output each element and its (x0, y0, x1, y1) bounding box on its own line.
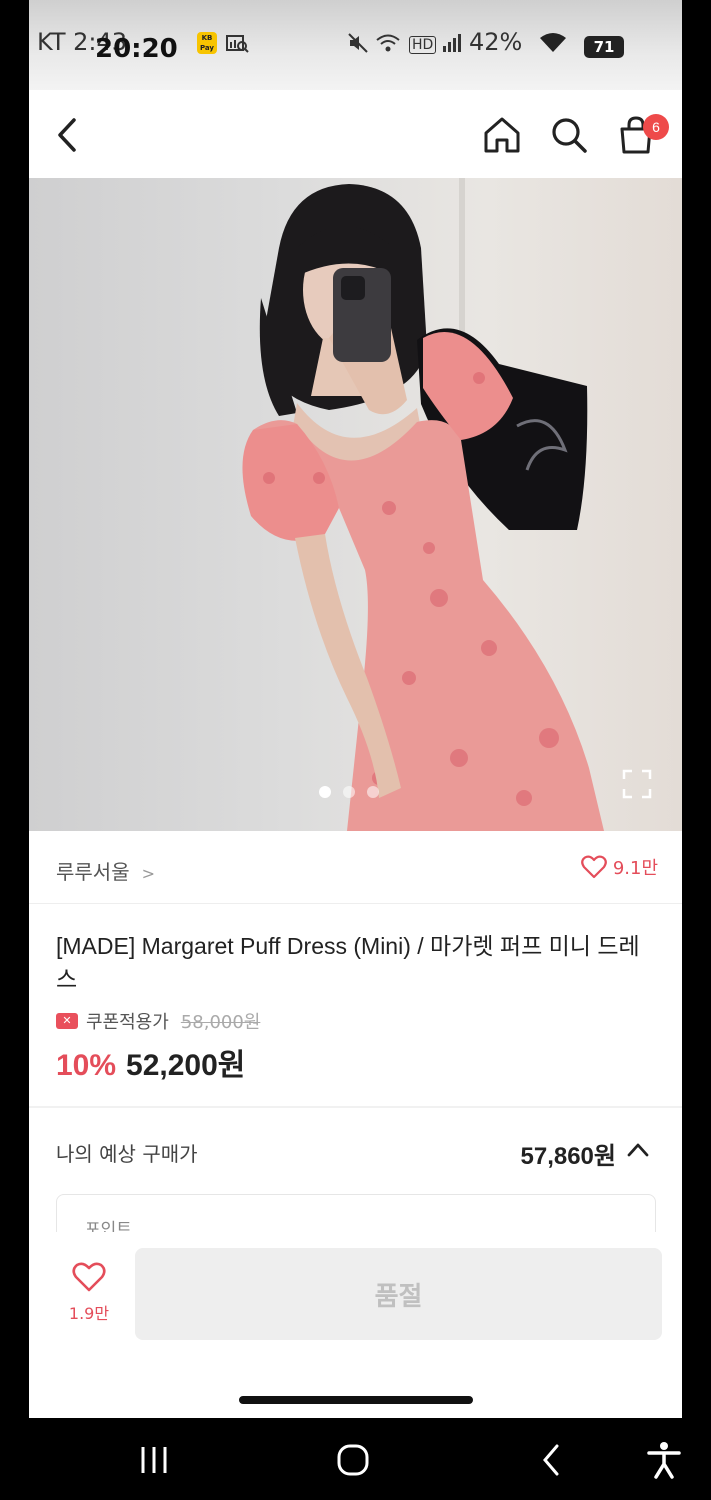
gallery-dot[interactable] (319, 786, 331, 798)
back-button[interactable] (43, 110, 93, 160)
brand-name: 루루서울 (56, 860, 130, 884)
wishlist-button[interactable]: 1.9만 (53, 1262, 125, 1342)
expected-price-value: 57,860원 (520, 1143, 617, 1170)
recent-apps-icon[interactable] (134, 1440, 174, 1480)
brand-link[interactable]: 루루서울 > (56, 856, 155, 885)
battery-icon: 71 (584, 36, 624, 58)
mute-icon (347, 32, 369, 59)
signal-icon (441, 32, 461, 59)
wifi-calling-icon (375, 32, 401, 59)
back-icon (58, 118, 76, 152)
search-button[interactable] (544, 110, 594, 160)
bottom-action-bar: 1.9만 품절 (29, 1232, 682, 1418)
model-illustration (242, 184, 604, 831)
expected-price-row[interactable]: 나의 예상 구매가 57,860원 (29, 1118, 682, 1182)
home-button[interactable] (477, 110, 527, 160)
coupon-icon: ✕ (56, 1013, 78, 1029)
heart-icon (72, 1262, 106, 1292)
brand-like-button[interactable]: 9.1만 (580, 854, 658, 880)
system-back-icon[interactable] (532, 1440, 572, 1480)
system-home-icon[interactable] (333, 1440, 373, 1480)
section-divider (29, 1106, 682, 1108)
accessibility-icon[interactable] (644, 1440, 684, 1480)
brand-row: 루루서울 > 9.1만 (29, 832, 682, 904)
expand-icon (622, 769, 652, 799)
original-price: 58,000원 (180, 1012, 261, 1033)
sale-price: 52,200원 (126, 1049, 246, 1082)
discount-rate: 10% (56, 1049, 117, 1082)
brand-like-count: 9.1만 (612, 858, 658, 879)
kb-pay-icon: KB Pay (197, 32, 217, 54)
home-indicator (239, 1396, 473, 1404)
coupon-price-row: ✕ 쿠폰적용가 58,000원 (56, 1008, 260, 1034)
sold-out-button[interactable]: 품절 (135, 1248, 662, 1340)
search-icon (552, 118, 587, 153)
fullscreen-button[interactable] (621, 768, 653, 800)
cart-count-badge: 6 (643, 114, 669, 140)
status-bar: KT 2:43 20:20 KB Pay HD 42% 71 (29, 0, 682, 90)
app-screen: KT 2:43 20:20 KB Pay HD 42% 71 6 루루서울 > … (29, 0, 682, 1418)
wifi-icon (539, 32, 567, 59)
top-navigation (29, 90, 682, 178)
hd-voice-icon: HD (409, 36, 437, 54)
gallery-dot[interactable] (367, 786, 379, 798)
gallery-dot[interactable] (343, 786, 355, 798)
chevron-right-icon: > (141, 864, 156, 883)
wishlist-count: 1.9만 (68, 1304, 110, 1323)
price-row: 10% 52,200원 (56, 1040, 245, 1084)
analytics-icon (225, 32, 249, 59)
product-image[interactable] (29, 178, 682, 831)
chevron-up-icon[interactable] (624, 1136, 652, 1164)
gallery-dots (319, 786, 379, 798)
coupon-label: 쿠폰적용가 (86, 1012, 169, 1033)
product-title: [MADE] Margaret Puff Dress (Mini) / 마가렛 … (56, 933, 640, 992)
system-navigation-bar (0, 1418, 711, 1500)
clock: 20:20 (95, 34, 178, 64)
heart-icon (580, 855, 607, 879)
expected-price-label: 나의 예상 구매가 (56, 1142, 198, 1166)
battery-percent: 42% (469, 28, 523, 56)
home-icon (484, 117, 520, 153)
